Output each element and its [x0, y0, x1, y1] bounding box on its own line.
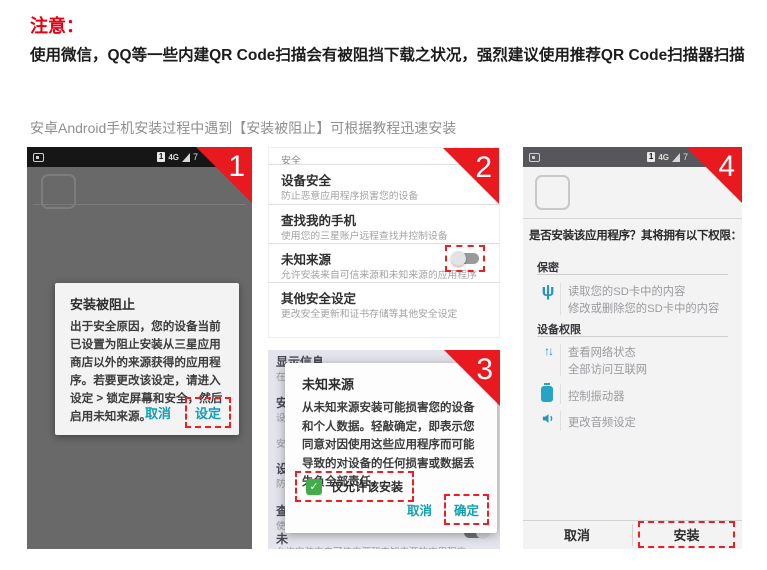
sim-icon — [33, 153, 44, 162]
app-icon-placeholder — [535, 175, 570, 210]
list-item-find-my-phone[interactable]: 查找我的手机 — [281, 210, 356, 229]
list-item-sub: 使用您的三星账户远程查找并控制设备 — [281, 228, 448, 242]
settings-button[interactable]: 设定 — [185, 397, 231, 428]
permission-vibration: 控制振动器 — [568, 388, 625, 404]
checkbox-label: 仅允许该安装 — [331, 478, 403, 495]
list-item-sub: 防止恶意应用程序损害您的设备 — [281, 188, 418, 202]
list-item-other-security[interactable]: 其他安全设定 — [281, 288, 356, 307]
screenshot-step1: 1 4G 7 安装被阻止 出于安全原因，您的设备当前已设置为阻止安装从三星应用商… — [27, 147, 252, 549]
divider — [537, 336, 728, 337]
cancel-button[interactable]: 取消 — [137, 399, 179, 426]
signal-icon — [182, 153, 190, 162]
permission-internet: 全部访问互联网 — [568, 361, 647, 377]
sim-icon — [529, 153, 540, 162]
bg-list-sub: 允许安装来自可信来源和未知来源的应用程序 — [276, 544, 466, 549]
step-number: 4 — [718, 150, 735, 184]
divider — [560, 344, 561, 376]
section-device-header: 设备权限 — [537, 321, 581, 337]
ok-button[interactable]: 确定 — [444, 494, 489, 525]
list-item-device-security[interactable]: 设备安全 — [281, 170, 331, 189]
screenshot-step2: 安全 设备安全 防止恶意应用程序损害您的设备 查找我的手机 使用您的三星账户远程… — [268, 147, 500, 338]
unknown-sources-toggle[interactable] — [451, 252, 479, 265]
network-4g-icon: 4G — [168, 153, 179, 162]
divider — [537, 274, 728, 275]
sim-count-badge: 1 — [157, 152, 165, 162]
permission-sd-read: 读取您的SD卡中的内容 — [568, 283, 685, 299]
network-arrows-icon: ↑↓ — [539, 344, 557, 358]
step-number: 1 — [228, 150, 245, 184]
screenshot-step4: 1 4G 7 是否安装该应用程序？其将拥有以下权限： 保密 ψ 读取您的SD卡中… — [523, 147, 742, 549]
cancel-button[interactable]: 取消 — [523, 521, 631, 548]
step-number: 3 — [476, 353, 493, 387]
permission-network-state: 查看网络状态 — [568, 344, 636, 360]
audio-icon — [539, 411, 557, 431]
install-button[interactable]: 安装 — [638, 521, 735, 548]
divider — [269, 282, 499, 283]
step-number: 2 — [475, 151, 492, 185]
install-question: 是否安装该应用程序？其将拥有以下权限： — [529, 227, 742, 243]
divider — [269, 243, 499, 244]
list-item-unknown-sources[interactable]: 未知来源 — [281, 249, 331, 268]
notice-title: 注意： — [30, 12, 84, 38]
permission-sd-write: 修改或删除您的SD卡中的内容 — [568, 300, 719, 316]
divider — [632, 524, 633, 546]
section-privacy-header: 保密 — [537, 259, 559, 275]
dialog-title: 安装被阻止 — [70, 294, 135, 313]
screenshot-step3: 显示信息 在 安 设 安 设 防 查 使 未 允许安装来自可信来源和未知来源的应… — [268, 350, 500, 549]
install-blocked-dialog: 安装被阻止 出于安全原因，您的设备当前已设置为阻止安装从三星应用商店以外的来源获… — [55, 283, 239, 435]
notice-body: 使用微信，QQ等一些内建QR Code扫描会有被阻挡下载之状况，强烈建议使用推荐… — [30, 42, 746, 69]
cancel-button[interactable]: 取消 — [399, 496, 440, 523]
list-item-sub: 更改安全更新和证书存储等其他安全设定 — [281, 306, 457, 320]
sim-count-badge: 1 — [647, 152, 655, 162]
allow-once-checkbox-row[interactable]: ✓ 仅允许该安装 — [295, 471, 414, 502]
network-4g-icon: 4G — [658, 153, 669, 162]
tutorial-subtitle: 安卓Android手机安装过程中遇到【安装被阻止】可根据教程迅速安装 — [30, 118, 746, 138]
permission-audio: 更改音频设定 — [568, 414, 636, 430]
divider — [523, 218, 742, 219]
vibration-icon — [541, 386, 553, 402]
dialog-title: 未知来源 — [302, 374, 354, 393]
divider — [269, 204, 499, 205]
divider — [560, 411, 561, 431]
signal-icon — [672, 153, 680, 162]
divider — [560, 283, 561, 315]
divider — [33, 204, 246, 205]
unknown-sources-toggle-highlight — [445, 245, 485, 272]
tutorial-page: 注意： 使用微信，QQ等一些内建QR Code扫描会有被阻挡下载之状况，强烈建议… — [0, 0, 767, 570]
usb-icon: ψ — [539, 281, 557, 301]
checkbox-checked-icon[interactable]: ✓ — [306, 479, 322, 495]
divider — [560, 384, 561, 404]
